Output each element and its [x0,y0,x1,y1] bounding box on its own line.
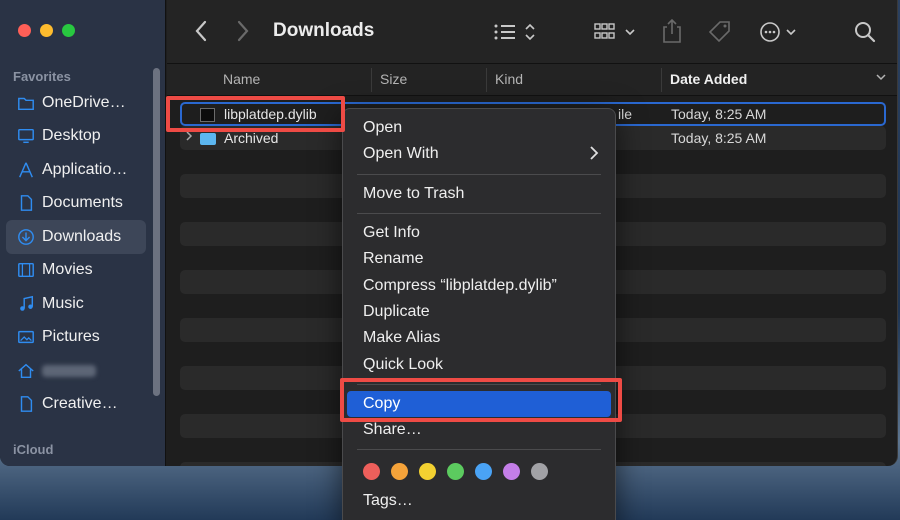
home-icon [16,361,36,381]
cloud-folder-icon [16,93,36,113]
sidebar-item-home[interactable] [6,354,146,388]
grid-icon [594,23,635,39]
document-icon [16,193,36,213]
menu-item-rename[interactable]: Rename [347,246,611,272]
sidebar-item-pictures[interactable]: Pictures [6,321,146,355]
chevron-right-icon [589,145,599,166]
tag-yellow-button[interactable] [419,462,436,480]
share-button[interactable] [661,18,683,44]
music-note-icon [16,294,36,314]
sidebar-item-documents[interactable]: Documents [6,187,146,221]
document-icon [16,394,36,414]
annotation-box-copy [340,378,622,422]
tag-orange-button[interactable] [391,462,408,480]
window-title: Downloads [273,20,375,41]
chevron-right-icon [237,20,249,42]
sidebar-item-label: Downloads [42,227,122,245]
annotation-box-selected-file [166,96,345,132]
sidebar-item-label: OneDrive… [42,93,126,111]
sidebar-item-applications[interactable]: Applicatio… [6,153,146,187]
menu-item-open[interactable]: Open [347,115,611,141]
sidebar: Favorites OneDrive… Desktop Applicatio… [0,0,166,466]
tag-icon [708,21,730,43]
menu-item-label: Open With [363,145,439,163]
column-date-added[interactable]: Date Added [670,71,747,87]
sidebar-item-onedrive[interactable]: OneDrive… [6,86,146,120]
list-view-icon [494,23,535,41]
tag-purple-button[interactable] [503,462,520,480]
menu-separator [357,173,601,175]
chevron-left-icon [195,20,207,42]
tag-gray-button[interactable] [531,462,548,480]
sidebar-item-label: Music [42,294,84,312]
sidebar-item-music[interactable]: Music [6,287,146,321]
menu-item-get-info[interactable]: Get Info [347,220,611,246]
sidebar-item-desktop[interactable]: Desktop [6,120,146,154]
folder-icon [200,133,216,145]
sidebar-item-label: Desktop [42,127,101,145]
context-menu: Open Open With Move to Trash Get Info Re… [342,108,616,520]
file-date-added: Today, 8:25 AM [671,106,767,122]
group-by-button[interactable] [594,22,638,42]
column-header: Name Size Kind Date Added [167,64,897,96]
film-icon [16,260,36,280]
column-divider[interactable] [371,68,372,92]
sidebar-item-label: Creative… [42,395,118,413]
sidebar-item-label: Movies [42,261,93,279]
menu-item-make-alias[interactable]: Make Alias [347,325,611,351]
window-controls [18,24,75,37]
file-kind: ile [618,106,633,122]
menu-separator [357,212,601,214]
applications-icon [16,160,36,180]
disclosure-chevron-icon[interactable] [185,130,193,145]
zoom-window-button[interactable] [62,24,75,37]
menu-item-quick-look[interactable]: Quick Look [347,351,611,377]
search-button[interactable] [853,20,877,44]
file-date-added: Today, 8:25 AM [671,130,767,146]
tag-red-button[interactable] [363,462,380,480]
forward-button[interactable] [235,16,251,46]
picture-icon [16,327,36,347]
desktop-icon [16,126,36,146]
column-kind[interactable]: Kind [495,71,523,87]
view-options-button[interactable] [493,22,539,42]
favorites-section-title: Favorites [13,69,71,84]
redacted-username [42,364,96,377]
action-menu-button[interactable] [759,20,801,44]
column-divider[interactable] [486,68,487,92]
sidebar-scrollbar[interactable] [153,68,160,396]
menu-item-open-with[interactable]: Open With [347,141,611,167]
share-icon [663,18,681,43]
sidebar-item-label: Applicatio… [42,160,128,178]
menu-separator [357,449,601,451]
sidebar-item-creative[interactable]: Creative… [6,388,146,422]
close-window-button[interactable] [18,24,31,37]
sort-chevron-icon[interactable] [875,70,887,86]
menu-item-move-to-trash[interactable]: Move to Trash [347,181,611,207]
ellipsis-circle-icon [760,22,796,42]
sidebar-item-downloads[interactable]: Downloads [6,220,146,254]
back-button[interactable] [193,16,209,46]
menu-item-duplicate[interactable]: Duplicate [347,299,611,325]
file-name: Archived [224,130,279,146]
column-name[interactable]: Name [223,71,260,87]
sidebar-list: OneDrive… Desktop Applicatio… Documents [6,86,146,421]
sidebar-item-movies[interactable]: Movies [6,254,146,288]
tag-blue-button[interactable] [475,462,492,480]
toolbar: Downloads [167,0,897,64]
menu-item-compress[interactable]: Compress “libplatdep.dylib” [347,272,611,298]
tag-green-button[interactable] [447,462,464,480]
tags-button[interactable] [707,20,733,44]
minimize-window-button[interactable] [40,24,53,37]
sidebar-item-label: Documents [42,194,123,212]
column-divider[interactable] [661,68,662,92]
column-size[interactable]: Size [380,71,407,87]
sidebar-item-label: Pictures [42,328,100,346]
downloads-icon [16,227,36,247]
search-icon [855,22,876,43]
icloud-section-title: iCloud [13,442,54,457]
menu-item-tags[interactable]: Tags… [347,488,611,514]
tag-color-picker [343,456,615,486]
